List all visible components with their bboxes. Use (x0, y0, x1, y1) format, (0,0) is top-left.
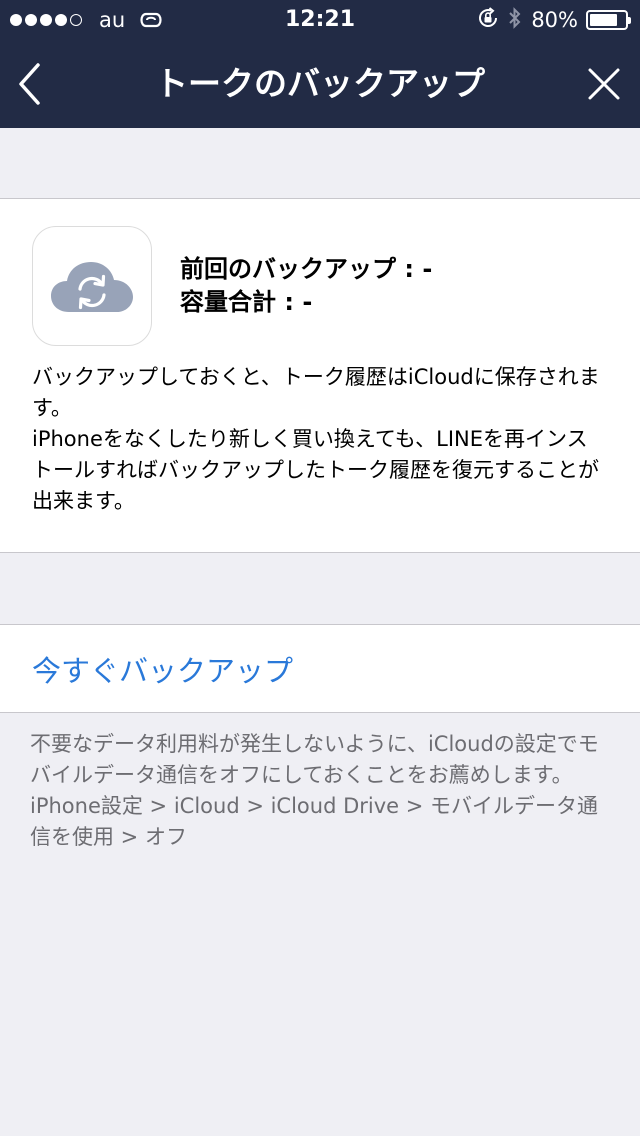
orientation-lock-icon (477, 7, 499, 33)
battery-fill (590, 14, 618, 26)
total-size-value: - (302, 288, 313, 316)
battery-percent: 80% (531, 8, 578, 32)
status-bar-right: 80% (477, 0, 631, 40)
total-size-label: 容量合計 (180, 288, 302, 316)
battery-icon (586, 10, 631, 30)
description-paragraph: バックアップしておくと、トーク履歴はiCloudに保存されます。 (32, 365, 600, 420)
bluetooth-icon (507, 6, 523, 34)
backup-info-card: 前回のバックアップ- 容量合計- バックアップしておくと、トーク履歴はiClou… (0, 198, 640, 553)
backup-now-label: 今すぐバックアップ (32, 653, 294, 688)
description-paragraph: iPhoneをなくしたり新しく買い換えても、LINEを再インストールすればバック… (32, 427, 599, 513)
last-backup-row: 前回のバックアップ- (180, 253, 432, 286)
note-settings-path: iPhone設定 > iCloud > iCloud Drive > モバイルデ… (30, 794, 599, 849)
note-text: 不要なデータ利用料が発生しないように、iCloudの設定でモバイルデータ通信をオ… (30, 732, 599, 787)
close-button[interactable] (584, 64, 624, 104)
last-backup-value: - (422, 255, 433, 283)
backup-summary: 前回のバックアップ- 容量合計- (180, 253, 432, 319)
last-backup-label: 前回のバックアップ (180, 255, 422, 283)
backup-now-button[interactable]: 今すぐバックアップ (0, 624, 640, 713)
total-size-row: 容量合計- (180, 286, 432, 319)
navigation-bar: トークのバックアップ (0, 40, 640, 128)
status-bar: au 12:21 80% (0, 0, 640, 40)
icloud-sync-icon (32, 226, 152, 346)
footer-note: 不要なデータ利用料が発生しないように、iCloudの設定でモバイルデータ通信をオ… (30, 729, 614, 853)
close-icon (588, 68, 620, 100)
page-title: トークのバックアップ (155, 64, 485, 103)
backup-description: バックアップしておくと、トーク履歴はiCloudに保存されます。 iPhoneを… (32, 362, 608, 517)
